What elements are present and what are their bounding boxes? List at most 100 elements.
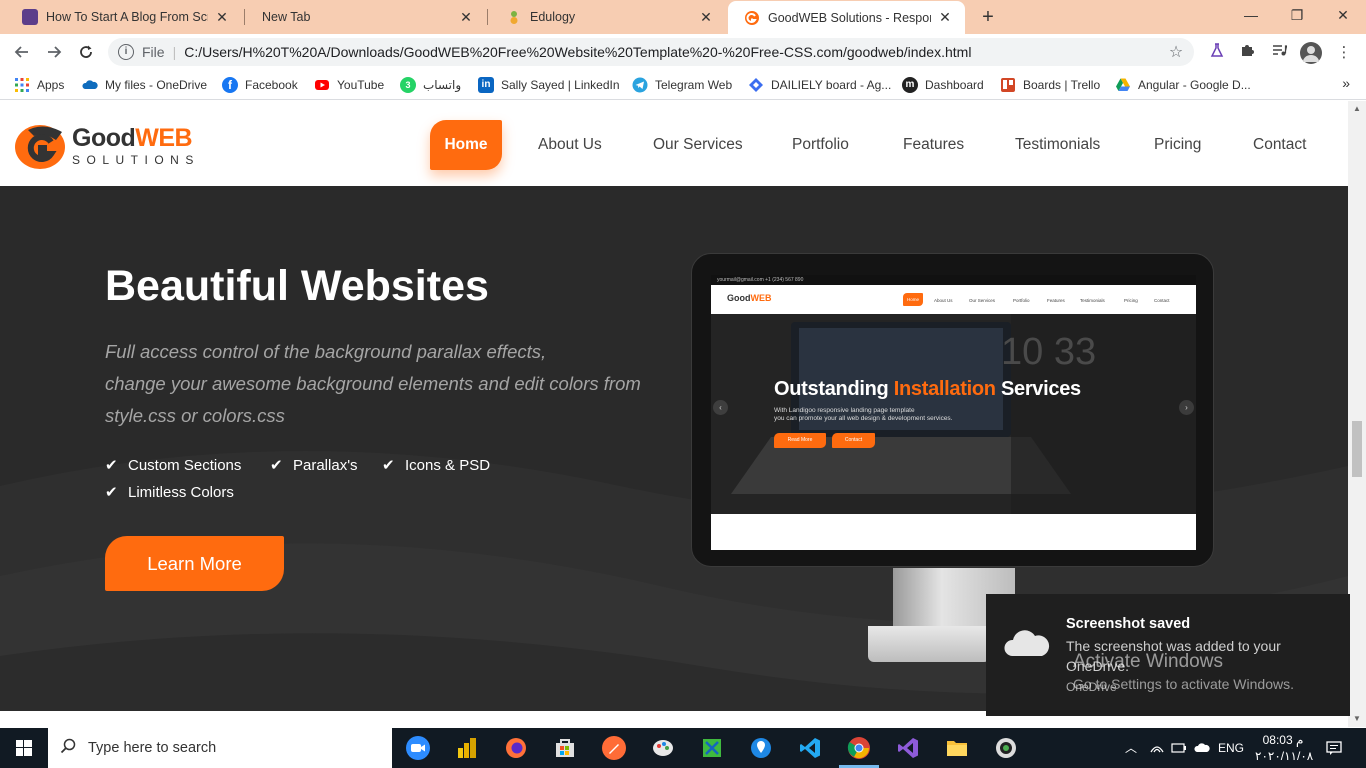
bookmark-facebook[interactable]: f Facebook (222, 76, 298, 94)
onedrive-icon (82, 77, 98, 93)
extensions-puzzle-icon[interactable] (1236, 42, 1258, 64)
feature-item: ✔ Icons & PSD (382, 456, 490, 475)
feature-item: ✔ Custom Sections (105, 456, 241, 475)
camera-icon[interactable] (994, 736, 1018, 760)
tab-goodweb[interactable]: GoodWEB Solutions - Responsive ✕ (728, 1, 965, 34)
restore-button[interactable]: ❐ (1274, 0, 1320, 30)
search-placeholder: Type here to search (88, 740, 217, 756)
media-queue-icon[interactable] (1268, 42, 1290, 64)
wifi-icon[interactable] (1146, 728, 1168, 768)
forward-button[interactable] (42, 40, 66, 64)
forward-arrow-icon (48, 46, 62, 58)
taskbar-search[interactable]: Type here to search (48, 728, 392, 768)
learn-more-button[interactable]: Learn More (105, 536, 284, 591)
visual-studio-icon[interactable] (896, 736, 920, 760)
bookmark-apps[interactable]: Apps (14, 76, 64, 94)
address-bar[interactable]: i File | C:/Users/H%20T%20A/Downloads/Go… (108, 38, 1194, 66)
postman-icon[interactable] (602, 736, 626, 760)
taskbar-clock[interactable]: 08:03 م ٢٠٢٠/١١/٠٨ (1255, 732, 1313, 764)
scroll-down-icon[interactable]: ▼ (1348, 711, 1366, 727)
file-explorer-icon[interactable] (945, 736, 969, 760)
nav-home[interactable]: Home (430, 120, 502, 170)
hero-desc-line: change your awesome background elements … (105, 373, 641, 394)
page-scrollbar[interactable]: ▲ ▼ (1348, 101, 1366, 727)
blog-favicon-icon (22, 9, 38, 25)
nav-pricing[interactable]: Pricing (1154, 136, 1201, 154)
url-text[interactable]: C:/Users/H%20T%20A/Downloads/GoodWEB%20F… (184, 44, 1164, 60)
tray-overflow-chevron-icon[interactable]: ︿ (1120, 728, 1142, 768)
bookmark-google-drive[interactable]: Angular - Google D... (1115, 76, 1251, 94)
back-arrow-icon (14, 46, 28, 58)
power-bi-icon[interactable] (455, 736, 479, 760)
site-logo[interactable]: GoodWEB SOLUTIONS (14, 118, 214, 173)
search-icon (48, 738, 88, 759)
start-button[interactable] (0, 728, 48, 768)
mockup-logo-web: WEB (750, 293, 772, 303)
profile-avatar[interactable] (1300, 42, 1322, 64)
zoom-icon[interactable] (406, 736, 430, 760)
close-icon[interactable]: ✕ (214, 9, 230, 26)
maps-icon[interactable] (749, 736, 773, 760)
bookmark-label: YouTube (337, 78, 385, 92)
menu-kebab-icon[interactable]: ⋮ (1333, 42, 1355, 64)
chrome-icon[interactable] (847, 736, 871, 760)
nav-about-us[interactable]: About Us (538, 136, 602, 154)
bookmark-youtube[interactable]: YouTube (314, 76, 384, 94)
mockup-nav-item: Contact (1154, 298, 1170, 303)
snip-icon[interactable] (700, 736, 724, 760)
store-icon[interactable] (553, 736, 577, 760)
paint-icon[interactable] (651, 736, 675, 760)
bookmark-label: Angular - Google D... (1138, 78, 1251, 92)
new-tab-button[interactable]: + (976, 5, 1000, 29)
tab-title: Edulogy (530, 10, 576, 24)
mockup-title: Outstanding Installation Services (774, 378, 1081, 401)
flask-extension-icon[interactable] (1206, 42, 1228, 64)
bookmark-star-icon[interactable]: ☆ (1164, 42, 1188, 62)
scroll-up-icon[interactable]: ▲ (1348, 101, 1366, 117)
feature-item: ✔ Limitless Colors (105, 483, 234, 502)
svg-text:10 33: 10 33 (1001, 331, 1096, 373)
reload-button[interactable] (74, 40, 98, 64)
close-icon[interactable]: ✕ (698, 9, 714, 26)
bookmark-label: My files - OneDrive (105, 78, 208, 92)
logo-wordmark: GoodWEB (72, 124, 193, 153)
nav-our-services[interactable]: Our Services (653, 136, 743, 154)
info-icon[interactable]: i (118, 44, 134, 60)
dashboard-icon: m (902, 77, 918, 93)
bookmark-daiely-board[interactable]: DAILIELY board - Ag... (748, 76, 891, 94)
bookmark-telegram[interactable]: Telegram Web (632, 76, 732, 94)
youtube-icon (314, 77, 330, 93)
mockup-nav-item: Pricing (1124, 298, 1138, 303)
mockup-read-more-button: Read More (774, 433, 826, 448)
bookmark-onedrive[interactable]: My files - OneDrive (82, 76, 207, 94)
feature-item: ✔ Parallax's (270, 456, 358, 475)
bookmark-linkedin[interactable]: in Sally Sayed | LinkedIn (478, 76, 620, 94)
close-window-button[interactable]: ✕ (1320, 0, 1366, 30)
monitor-mockup: yourmail@gmail.com +1 (234) 567 890 Good… (691, 253, 1214, 567)
vscode-icon[interactable] (798, 736, 822, 760)
scroll-thumb[interactable] (1352, 421, 1362, 477)
minimize-button[interactable]: — (1228, 0, 1274, 30)
bookmark-whatsapp[interactable]: 3 واتساب (400, 76, 461, 94)
back-button[interactable] (10, 40, 34, 64)
firefox-icon[interactable] (504, 736, 528, 760)
nav-contact[interactable]: Contact (1253, 136, 1306, 154)
tab-blog[interactable]: How To Start A Blog From Scratch ✕ (6, 0, 242, 34)
onedrive-tray-icon[interactable] (1191, 728, 1213, 768)
tab-edulogy[interactable]: Edulogy ✕ (490, 0, 726, 34)
check-icon: ✔ (270, 457, 283, 474)
battery-icon[interactable] (1168, 728, 1190, 768)
language-indicator[interactable]: ENG (1214, 728, 1248, 768)
notification-center-icon[interactable] (1318, 728, 1350, 768)
bookmarks-overflow-chevron-icon[interactable]: » (1342, 75, 1350, 91)
bookmark-label: DAILIELY board - Ag... (771, 78, 892, 92)
bookmark-trello[interactable]: Boards | Trello (1000, 76, 1100, 94)
nav-testimonials[interactable]: Testimonials (1015, 136, 1100, 154)
apps-grid-icon (14, 77, 30, 93)
close-icon[interactable]: ✕ (937, 9, 953, 26)
tab-new-tab[interactable]: New Tab ✕ (246, 0, 486, 34)
nav-features[interactable]: Features (903, 136, 964, 154)
close-icon[interactable]: ✕ (458, 9, 474, 26)
nav-portfolio[interactable]: Portfolio (792, 136, 849, 154)
bookmark-dashboard[interactable]: m Dashboard (902, 76, 984, 94)
